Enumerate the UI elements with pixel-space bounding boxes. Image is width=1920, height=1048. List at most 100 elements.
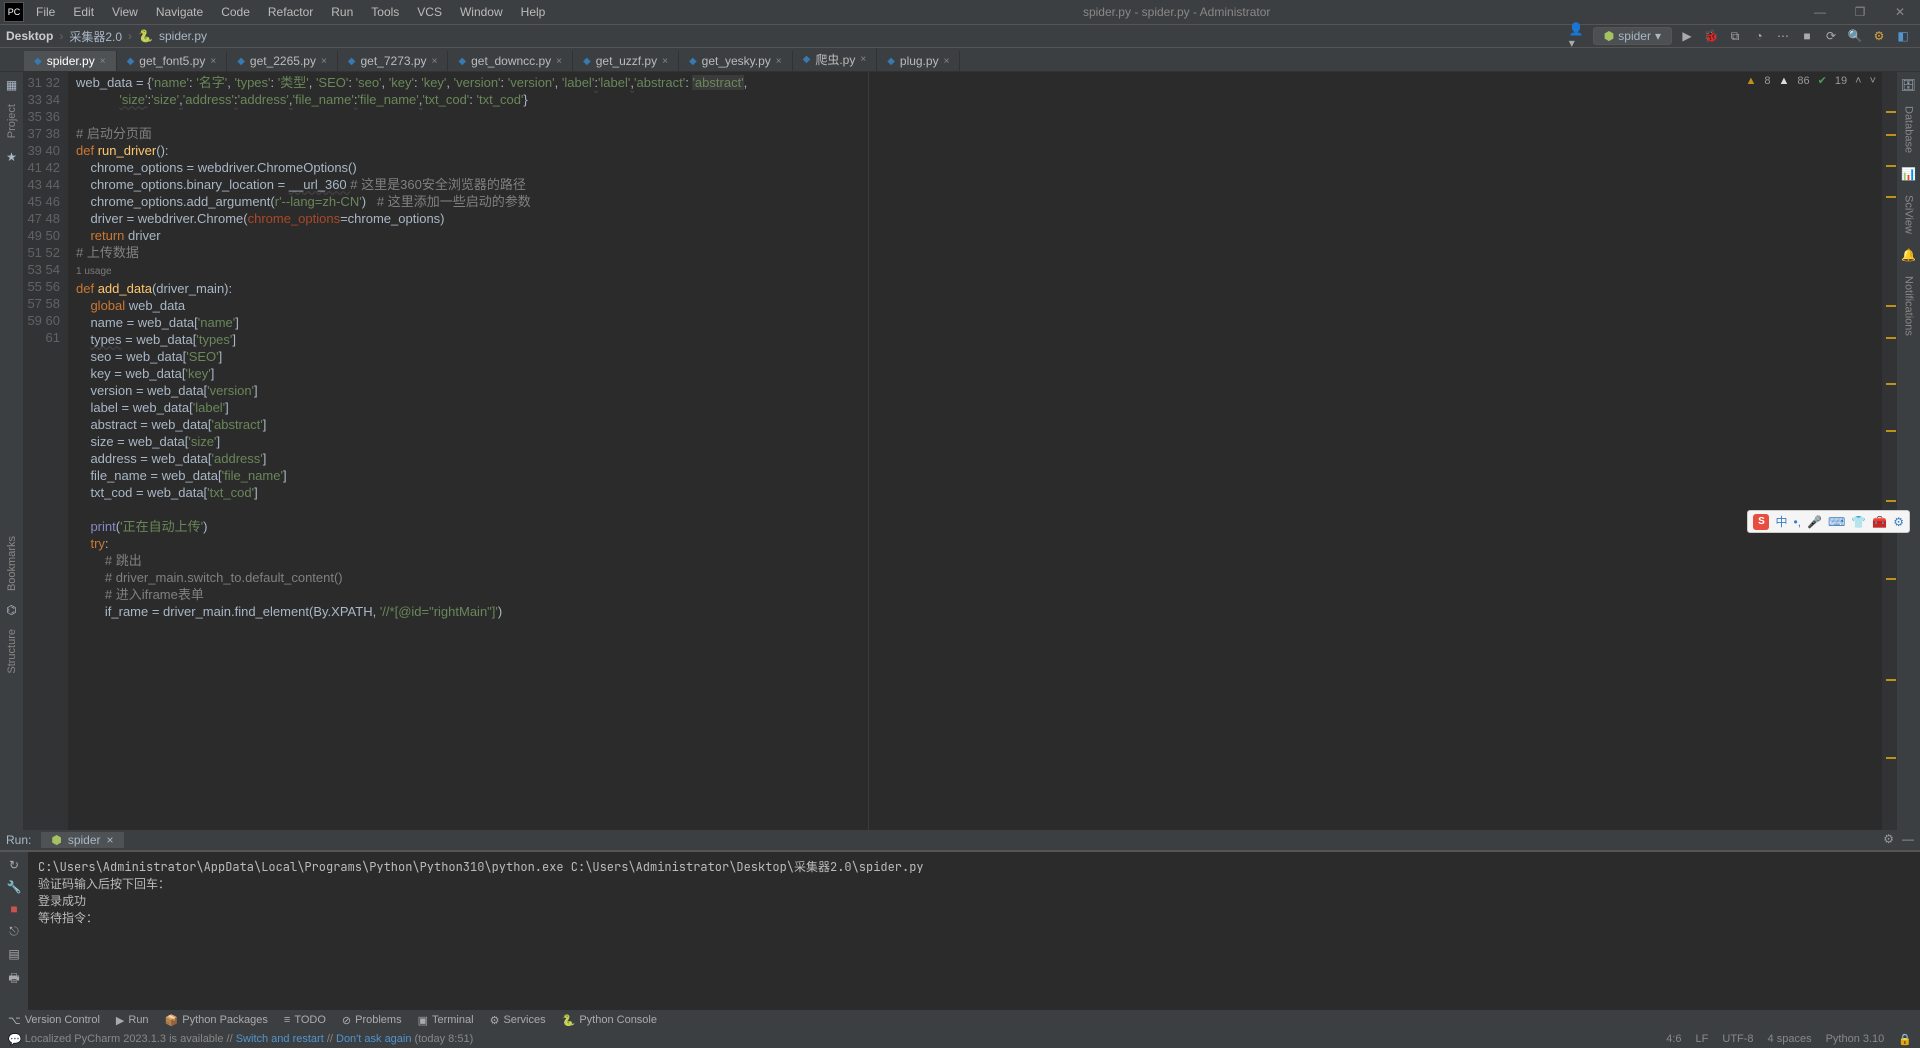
settings-icon[interactable]: ⚙	[1870, 27, 1888, 45]
notifications-tool-label[interactable]: Notifications	[1903, 276, 1915, 336]
ime-keyboard-icon[interactable]: ⌨	[1828, 515, 1845, 529]
close-icon[interactable]: ✕	[1880, 5, 1920, 19]
ime-mic-icon[interactable]: 🎤	[1807, 515, 1822, 529]
bookmarks-tool-label[interactable]: Bookmarks	[6, 536, 18, 591]
menu-window[interactable]: Window	[452, 2, 511, 22]
menu-code[interactable]: Code	[213, 2, 258, 22]
ime-punct-icon[interactable]: •,	[1794, 515, 1802, 529]
stop-icon[interactable]: ■	[10, 902, 17, 916]
tab-terminal[interactable]: ▣Terminal	[418, 1014, 474, 1027]
user-icon[interactable]: 👤▾	[1569, 27, 1587, 45]
structure-tool-label[interactable]: Structure	[6, 629, 18, 674]
close-tab-icon[interactable]: ×	[100, 56, 106, 67]
ime-skin-icon[interactable]: 👕	[1851, 515, 1866, 529]
line-separator[interactable]: LF	[1696, 1033, 1709, 1046]
layout-icon[interactable]: ▤	[8, 947, 19, 961]
tab-get-2265[interactable]: ◆get_2265.py×	[227, 51, 338, 71]
tab-problems[interactable]: ⊘Problems	[342, 1014, 402, 1027]
ime-lang-icon[interactable]: 中	[1775, 513, 1787, 530]
dont-ask-link[interactable]: Don't ask again	[336, 1033, 411, 1045]
menu-edit[interactable]: Edit	[65, 2, 102, 22]
breadcrumb-file[interactable]: spider.py	[159, 29, 207, 43]
indent-info[interactable]: 4 spaces	[1768, 1033, 1812, 1046]
menu-tools[interactable]: Tools	[363, 2, 407, 22]
sciview-tool-icon[interactable]: 📊	[1901, 167, 1916, 181]
switch-restart-link[interactable]: Switch and restart	[236, 1033, 324, 1045]
print-icon[interactable]: 🖶	[8, 969, 19, 990]
tab-get-7273[interactable]: ◆get_7273.py×	[338, 51, 449, 71]
maximize-icon[interactable]: ❐	[1840, 5, 1880, 19]
code-area[interactable]: web_data = {'name': '名字', 'types': '类型',…	[68, 72, 1882, 850]
error-stripe[interactable]	[1882, 72, 1896, 850]
rerun-icon[interactable]: ↻	[9, 858, 19, 872]
tab-python-packages[interactable]: 📦Python Packages	[165, 1014, 268, 1027]
tab-get-yesky[interactable]: ◆get_yesky.py×	[679, 51, 793, 71]
menu-navigate[interactable]: Navigate	[148, 2, 211, 22]
tab-plug[interactable]: ◆plug.py×	[877, 51, 960, 71]
interpreter-info[interactable]: Python 3.10	[1826, 1033, 1885, 1046]
tab-version-control[interactable]: ⌥Version Control	[8, 1014, 100, 1027]
tab-run[interactable]: ▶Run	[116, 1014, 149, 1027]
minimize-tool-icon[interactable]: —	[1902, 832, 1914, 846]
tab-spider[interactable]: ◆spider.py×	[24, 51, 117, 71]
close-tab-icon[interactable]: ×	[944, 56, 950, 67]
menu-file[interactable]: File	[28, 2, 63, 22]
tab-services[interactable]: ⚙Services	[490, 1014, 546, 1027]
stop-icon[interactable]: ■	[1798, 27, 1816, 45]
project-tool-icon[interactable]: ▦	[6, 78, 17, 92]
minimize-icon[interactable]: —	[1800, 5, 1840, 19]
more-run-icon[interactable]: ⋯	[1774, 27, 1792, 45]
console-output[interactable]: C:\Users\Administrator\AppData\Local\Pro…	[28, 852, 1920, 1010]
tab-get-font5[interactable]: ◆get_font5.py×	[117, 51, 228, 71]
python-file-icon: 🐍	[138, 29, 153, 43]
close-tab-icon[interactable]: ×	[556, 56, 562, 67]
tab-spider-cn[interactable]: ◆爬虫.py×	[793, 48, 878, 71]
close-tab-icon[interactable]: ×	[432, 56, 438, 67]
close-tab-icon[interactable]: ×	[321, 56, 327, 67]
breadcrumb-project[interactable]: 采集器2.0	[69, 28, 122, 45]
profile-icon[interactable]: ◔	[1750, 27, 1768, 45]
menu-view[interactable]: View	[104, 2, 146, 22]
tab-todo[interactable]: ≡TODO	[284, 1014, 326, 1026]
run-config-selector[interactable]: ⬢ spider ▾	[1593, 27, 1672, 45]
notification-icon[interactable]: 💬	[8, 1033, 22, 1046]
structure-tool-icon[interactable]: ⌬	[6, 603, 16, 617]
menu-refactor[interactable]: Refactor	[260, 2, 321, 22]
database-tool-icon[interactable]: 🗄	[1901, 78, 1916, 92]
menu-help[interactable]: Help	[513, 2, 554, 22]
close-tab-icon[interactable]: ×	[210, 56, 216, 67]
ime-toolbox-icon[interactable]: 🧰	[1872, 515, 1887, 529]
ime-settings-icon[interactable]: ⚙	[1893, 515, 1904, 529]
tab-get-downcc[interactable]: ◆get_downcc.py×	[448, 51, 573, 71]
gear-icon[interactable]: ⚙	[1883, 832, 1894, 846]
close-tab-icon[interactable]: ×	[860, 54, 866, 65]
run-tab[interactable]: ⬢ spider ×	[41, 832, 123, 848]
exit-icon[interactable]: ⎋	[9, 924, 19, 939]
run-tool-window: ↻ 🔧 ■ ⎋ ▤ 🖶 C:\Users\Administrator\AppDa…	[0, 850, 1920, 1010]
notifications-tool-icon[interactable]: 🔔	[1901, 248, 1916, 262]
code-editor[interactable]: ▲8 ▲86 ✔19 ˄ ˅ 31 32 33 34 35 36 37 38 3…	[24, 72, 1896, 850]
sciview-tool-label[interactable]: SciView	[1903, 195, 1915, 234]
close-tab-icon[interactable]: ×	[776, 56, 782, 67]
ime-toolbar[interactable]: S 中 •, 🎤 ⌨ 👕 🧰 ⚙	[1747, 510, 1910, 533]
search-icon[interactable]: 🔍	[1846, 27, 1864, 45]
project-tool-label[interactable]: Project	[6, 104, 18, 138]
tab-get-uzzf[interactable]: ◆get_uzzf.py×	[573, 51, 679, 71]
wrench-icon[interactable]: 🔧	[7, 880, 22, 894]
lock-icon[interactable]: 🔒	[1898, 1033, 1912, 1046]
file-encoding[interactable]: UTF-8	[1722, 1033, 1753, 1046]
tool-window-icon[interactable]: ◧	[1894, 27, 1912, 45]
debug-icon[interactable]: 🐞	[1702, 27, 1720, 45]
tab-python-console[interactable]: 🐍Python Console	[562, 1014, 657, 1027]
cursor-position[interactable]: 4:6	[1666, 1033, 1681, 1046]
run-icon[interactable]: ▶	[1678, 27, 1696, 45]
close-tab-icon[interactable]: ×	[662, 56, 668, 67]
bookmarks-tool-icon[interactable]: ★	[6, 150, 17, 164]
breadcrumb-root[interactable]: Desktop	[6, 29, 53, 43]
menu-run[interactable]: Run	[323, 2, 361, 22]
close-tab-icon[interactable]: ×	[107, 833, 114, 847]
vcs-update-icon[interactable]: ⟳	[1822, 27, 1840, 45]
database-tool-label[interactable]: Database	[1903, 106, 1915, 153]
coverage-icon[interactable]: ⧉	[1726, 27, 1744, 45]
menu-vcs[interactable]: VCS	[409, 2, 450, 22]
